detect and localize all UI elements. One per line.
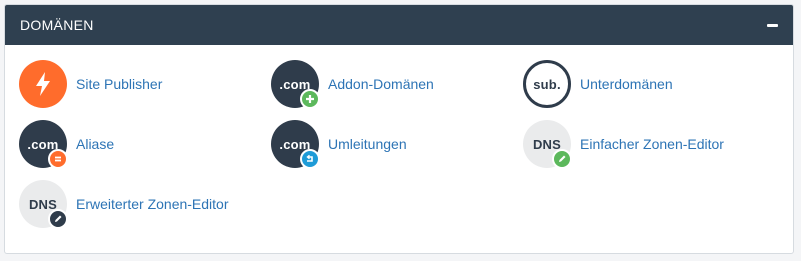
addon-domains-link[interactable]: .com Addon-Domänen [271,60,434,109]
dot-com-icon: .com [271,120,320,169]
pencil-badge-icon [48,209,68,229]
subdomains-link[interactable]: sub. Unterdomänen [523,60,673,108]
lightning-bolt-icon [19,60,67,108]
sub-icon: sub. [523,60,571,108]
pencil-badge-icon [552,149,572,169]
item-label: Aliase [76,136,115,152]
dot-com-icon: .com [271,60,320,109]
dot-com-icon: .com [19,120,68,169]
dns-icon: DNS [19,180,68,229]
item-label: Erweiterter Zonen-Editor [76,196,229,212]
domains-panel: DOMÄNEN Site Publisher .com Addon-Domäne… [4,4,794,254]
item-label: Umleitungen [328,136,407,152]
item-label: Einfacher Zonen-Editor [580,136,724,152]
redirect-badge-icon [300,149,320,169]
redirects-link[interactable]: .com Umleitungen [271,120,407,169]
simple-zone-editor-link[interactable]: DNS Einfacher Zonen-Editor [523,120,724,169]
panel-header[interactable]: DOMÄNEN [5,5,793,45]
site-publisher-link[interactable]: Site Publisher [19,60,162,108]
advanced-zone-editor-link[interactable]: DNS Erweiterter Zonen-Editor [19,180,229,229]
aliases-link[interactable]: .com Aliase [19,120,115,169]
plus-badge-icon [300,89,320,109]
panel-title: DOMÄNEN [20,17,94,33]
equals-badge-icon [48,149,68,169]
item-label: Site Publisher [76,76,163,92]
item-label: Unterdomänen [580,76,673,92]
item-label: Addon-Domänen [328,76,434,92]
dns-icon: DNS [523,120,572,169]
collapse-icon[interactable] [765,18,779,32]
